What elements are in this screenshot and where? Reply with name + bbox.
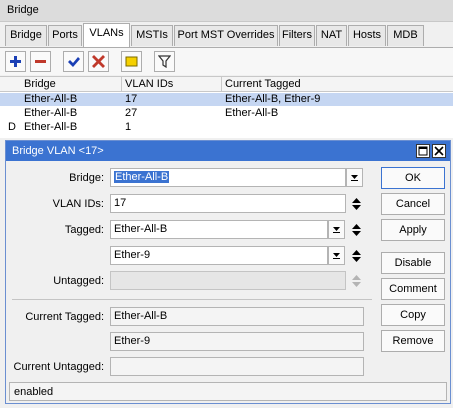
table-row[interactable]: Ether-All-B 17 Ether-All-B, Ether-9 xyxy=(0,93,453,106)
bridge-window-title: Bridge xyxy=(7,4,39,16)
current-tagged-field-1: Ether-All-B xyxy=(110,307,364,326)
filter-button[interactable] xyxy=(154,51,175,72)
column-header-bridge[interactable]: Bridge xyxy=(24,78,56,90)
column-separator xyxy=(221,77,222,92)
arrow-down-icon xyxy=(351,281,361,287)
add-button[interactable] xyxy=(5,51,26,72)
untagged-updown[interactable] xyxy=(350,271,362,290)
arrow-up-icon xyxy=(351,223,361,229)
tab-port-mst-overrides[interactable]: Port MST Overrides xyxy=(174,25,278,46)
tab-mstis[interactable]: MSTIs xyxy=(131,25,173,46)
tab-hosts[interactable]: Hosts xyxy=(348,25,386,46)
toolbar xyxy=(0,47,453,75)
filter-icon xyxy=(158,55,171,68)
status-bar: enabled xyxy=(9,382,447,401)
maximize-icon xyxy=(418,146,428,156)
tagged-select-2[interactable]: Ether-9 xyxy=(110,246,328,265)
tab-bridge[interactable]: Bridge xyxy=(5,25,47,46)
tagged-label: Tagged: xyxy=(64,224,104,236)
bridge-label: Bridge: xyxy=(69,172,104,184)
cancel-button[interactable]: Cancel xyxy=(381,193,445,215)
current-tagged-field-2: Ether-9 xyxy=(110,332,364,351)
comment-icon xyxy=(125,56,138,67)
tagged-2-dropdown-button[interactable] xyxy=(328,246,345,265)
row-flag: D xyxy=(8,121,16,133)
x-icon xyxy=(92,55,105,68)
dialog-titlebar[interactable]: Bridge VLAN <17> xyxy=(6,141,450,161)
arrow-down-icon xyxy=(351,204,361,210)
tagged-1-updown[interactable] xyxy=(350,220,362,239)
cell-bridge: Ether-All-B xyxy=(24,121,78,133)
check-icon xyxy=(68,57,80,67)
table-header: Bridge VLAN IDs Current Tagged xyxy=(0,76,453,92)
disable-button[interactable] xyxy=(88,51,109,72)
tab-nat[interactable]: NAT xyxy=(316,25,347,46)
close-button[interactable] xyxy=(432,144,446,158)
column-header-current-tagged[interactable]: Current Tagged xyxy=(225,78,301,90)
close-icon xyxy=(434,146,444,156)
chevron-down-icon xyxy=(351,175,358,181)
cell-vlan-ids: 1 xyxy=(125,121,132,133)
column-separator xyxy=(121,77,122,92)
arrow-down-icon xyxy=(351,230,361,236)
remove-button[interactable] xyxy=(30,51,51,72)
tab-ports[interactable]: Ports xyxy=(48,25,82,46)
table-row[interactable]: D Ether-All-B 1 xyxy=(0,121,453,134)
chevron-down-icon xyxy=(333,253,340,259)
vlan-ids-updown[interactable] xyxy=(350,194,362,213)
bridge-dropdown-button[interactable] xyxy=(346,168,363,187)
untagged-select[interactable] xyxy=(110,271,346,290)
section-divider xyxy=(12,299,372,300)
remove-button[interactable]: Remove xyxy=(381,330,445,352)
ok-button[interactable]: OK xyxy=(381,167,445,189)
tab-mdb[interactable]: MDB xyxy=(387,25,424,46)
tab-filters[interactable]: Filters xyxy=(279,25,315,46)
tab-vlans[interactable]: VLANs xyxy=(83,23,130,47)
table-row[interactable]: Ether-All-B 27 Ether-All-B xyxy=(0,107,453,120)
copy-button[interactable]: Copy xyxy=(381,304,445,326)
tagged-select-1[interactable]: Ether-All-B xyxy=(110,220,328,239)
cell-bridge: Ether-All-B xyxy=(24,93,78,105)
bridge-vlan-dialog: Bridge VLAN <17> Bridge: Ether-All-B VLA… xyxy=(5,140,451,404)
current-untagged-label: Current Untagged: xyxy=(13,361,105,373)
column-header-vlan-ids[interactable]: VLAN IDs xyxy=(125,78,173,90)
arrow-up-icon xyxy=(351,274,361,280)
cell-vlan-ids: 17 xyxy=(125,93,138,105)
enable-button[interactable] xyxy=(63,51,84,72)
status-text: enabled xyxy=(14,386,54,398)
tab-bar: Bridge Ports VLANs MSTIs Port MST Overri… xyxy=(0,22,453,47)
plus-icon xyxy=(10,56,21,67)
minus-icon xyxy=(35,60,46,63)
cell-current-tagged: Ether-All-B xyxy=(225,107,279,119)
arrow-up-icon xyxy=(351,197,361,203)
bridge-select[interactable]: Ether-All-B xyxy=(110,168,346,187)
untagged-label: Untagged: xyxy=(53,275,104,287)
comment-button[interactable]: Comment xyxy=(381,278,445,300)
bridge-window-titlebar[interactable]: Bridge xyxy=(0,0,453,22)
disable-button[interactable]: Disable xyxy=(381,252,445,274)
comment-button[interactable] xyxy=(121,51,142,72)
current-untagged-field xyxy=(110,357,364,376)
current-tagged-label: Current Tagged: xyxy=(25,311,104,323)
vlan-table: Ether-All-B 17 Ether-All-B, Ether-9 Ethe… xyxy=(0,92,453,138)
cell-current-tagged: Ether-All-B, Ether-9 xyxy=(225,93,321,105)
vlan-ids-label: VLAN IDs: xyxy=(52,198,104,210)
bridge-value: Ether-All-B xyxy=(114,171,170,183)
dialog-title: Bridge VLAN <17> xyxy=(12,145,104,157)
apply-button[interactable]: Apply xyxy=(381,219,445,241)
cell-bridge: Ether-All-B xyxy=(24,107,78,119)
cell-vlan-ids: 27 xyxy=(125,107,138,119)
maximize-button[interactable] xyxy=(416,144,430,158)
tagged-2-updown[interactable] xyxy=(350,246,362,265)
tagged-1-dropdown-button[interactable] xyxy=(328,220,345,239)
chevron-down-icon xyxy=(333,227,340,233)
vlan-ids-input[interactable]: 17 xyxy=(110,194,346,213)
arrow-up-icon xyxy=(351,249,361,255)
arrow-down-icon xyxy=(351,256,361,262)
